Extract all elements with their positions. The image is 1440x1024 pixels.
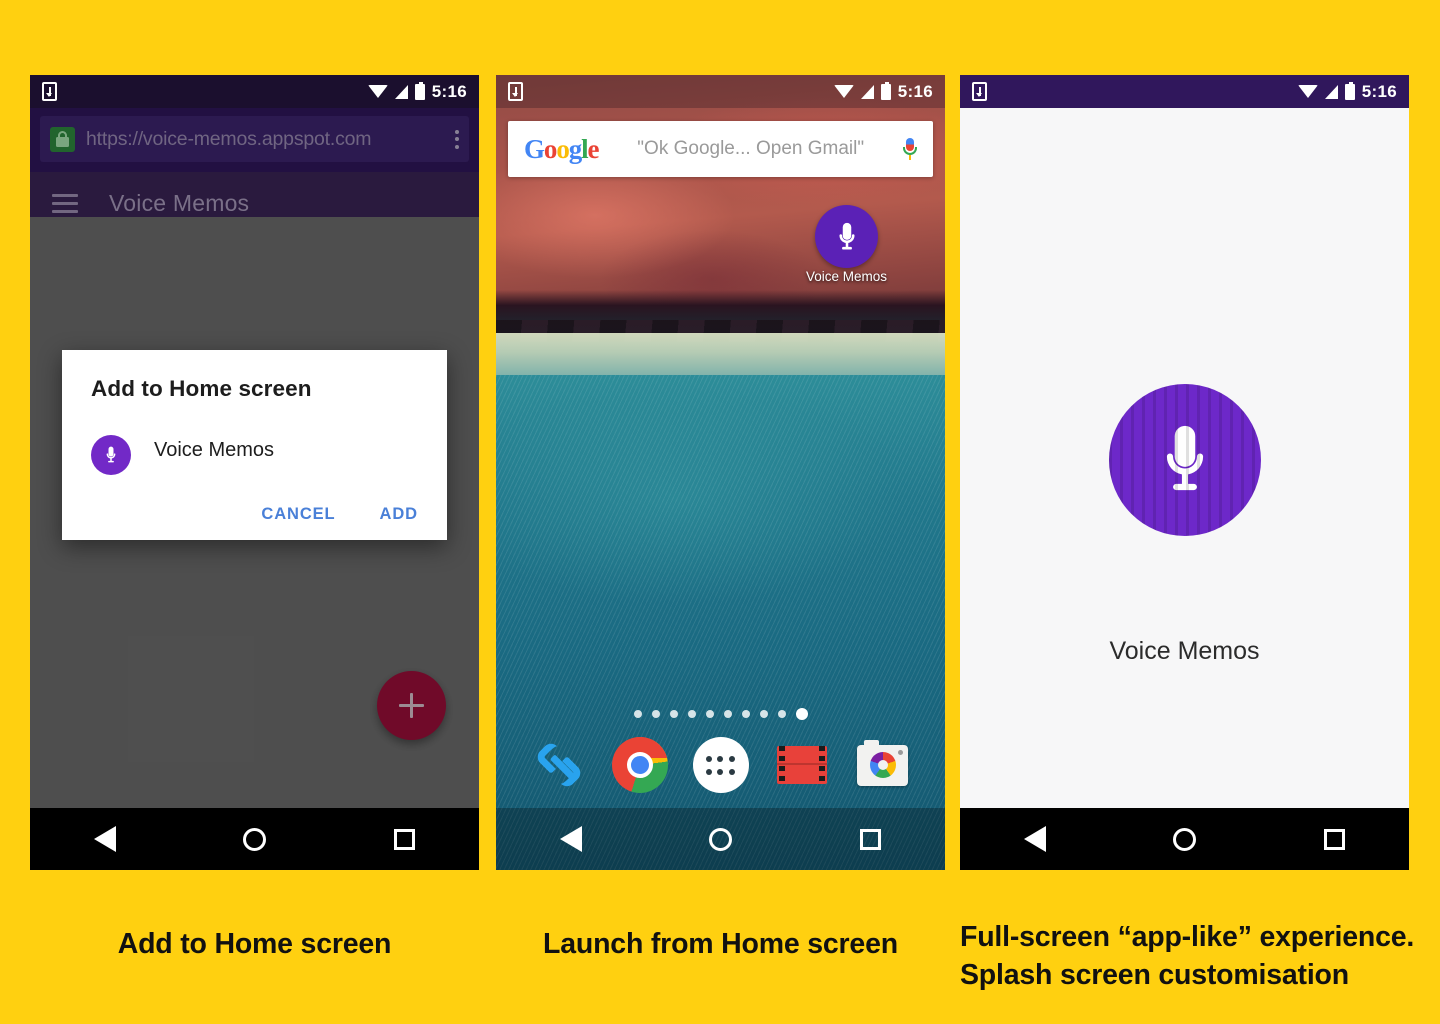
download-icon	[508, 82, 523, 101]
home-icon[interactable]	[243, 827, 267, 851]
signal-icon	[1324, 84, 1338, 99]
download-icon	[972, 82, 987, 101]
battery-icon	[880, 81, 891, 100]
home-page-indicator	[496, 708, 945, 720]
status-bar-clock: 5:16	[1361, 81, 1397, 101]
phone-screenshot-home-screen: 5:16 Google "Ok Google... Open Gmail" Vo…	[496, 75, 945, 870]
caption-fullscreen: Full-screen “app-like” experience. Splas…	[960, 918, 1430, 994]
dialog-row	[91, 435, 418, 475]
wifi-icon	[833, 85, 854, 98]
status-bar-left	[508, 82, 523, 101]
home-icon[interactable]	[1173, 827, 1197, 851]
status-bar: 5:16	[960, 75, 1409, 108]
dialog-actions: CANCEL ADD	[91, 505, 418, 524]
navigation-bar	[960, 808, 1409, 870]
status-bar-left	[972, 82, 987, 101]
shortcut-name-field-wrap	[154, 439, 418, 471]
add-to-home-screen-dialog: Add to Home screen CANCEL ADD	[62, 350, 447, 540]
play-movies-icon[interactable]	[774, 737, 830, 793]
signal-icon	[860, 84, 874, 99]
dialog-title: Add to Home screen	[91, 376, 312, 401]
google-search-widget[interactable]: Google "Ok Google... Open Gmail"	[508, 121, 933, 177]
recents-icon[interactable]	[1324, 828, 1346, 850]
google-logo: Google	[524, 133, 600, 164]
caption-launch-from-home: Launch from Home screen	[543, 928, 898, 960]
search-placeholder: "Ok Google... Open Gmail"	[637, 138, 865, 159]
caption-add-to-home: Add to Home screen	[117, 928, 392, 960]
back-icon[interactable]	[1023, 826, 1046, 852]
shortcut-name-input[interactable]	[154, 439, 418, 471]
status-bar-clock: 5:16	[897, 81, 933, 101]
navigation-bar	[496, 808, 945, 870]
home-icon[interactable]	[709, 827, 733, 851]
status-bar-left	[42, 82, 57, 101]
status-bar: 5:16	[30, 75, 479, 108]
phone-screenshot-add-to-home: 5:16 https://voice-memos.appspot.com Voi…	[30, 75, 479, 870]
chrome-icon[interactable]	[611, 737, 668, 793]
status-bar: 5:16	[496, 75, 945, 108]
status-bar-right: 5:16	[1297, 81, 1397, 102]
poster-stage: 5:16 https://voice-memos.appspot.com Voi…	[0, 0, 1440, 1024]
splash-screen: Voice Memos	[960, 108, 1409, 808]
microphone-icon	[815, 205, 878, 268]
google-mic-icon[interactable]	[903, 138, 917, 160]
recents-icon[interactable]	[394, 828, 416, 850]
shortcut-label: Voice Memos	[805, 269, 888, 284]
back-icon[interactable]	[93, 826, 116, 852]
wifi-icon	[367, 85, 388, 98]
download-icon	[42, 82, 57, 101]
voice-memos-shortcut[interactable]: Voice Memos	[799, 205, 894, 286]
battery-icon	[1344, 81, 1355, 100]
status-bar-clock: 5:16	[431, 81, 467, 101]
camera-icon[interactable]	[855, 737, 911, 793]
recents-icon[interactable]	[860, 828, 882, 850]
signal-icon	[394, 84, 408, 99]
battery-icon	[414, 81, 425, 100]
caption-line-2: Splash screen customisation	[960, 959, 1349, 992]
caption-line-1: Full-screen “app-like” experience.	[960, 921, 1415, 953]
status-bar-right: 5:16	[367, 81, 467, 102]
add-button[interactable]: ADD	[380, 505, 418, 524]
microphone-icon	[91, 435, 131, 475]
navigation-bar	[30, 808, 479, 870]
status-bar-right: 5:16	[833, 81, 933, 102]
cancel-button[interactable]: CANCEL	[261, 505, 335, 524]
phone-icon[interactable]	[531, 737, 587, 793]
splash-app-name: Voice Memos	[1109, 637, 1260, 665]
home-dock	[496, 723, 945, 807]
back-icon[interactable]	[559, 826, 582, 852]
microphone-icon	[1108, 384, 1261, 536]
phone-screenshot-splash: 5:16 Voice Memos	[960, 75, 1409, 870]
wifi-icon	[1297, 85, 1318, 98]
app-drawer-icon[interactable]	[692, 737, 749, 793]
